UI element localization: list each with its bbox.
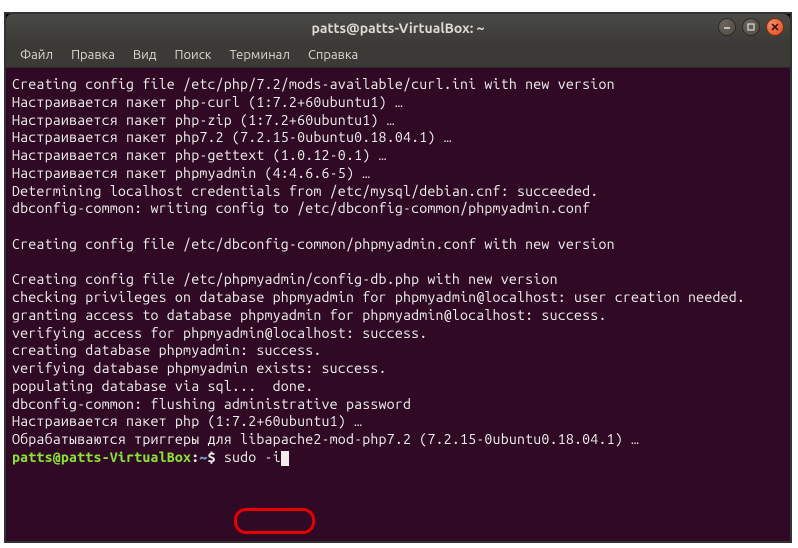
terminal-line: Обрабатываются триггеры для libapache2-m… [12, 431, 639, 447]
titlebar: patts@patts-VirtualBox: ~ [6, 14, 790, 42]
terminal-line: checking privileges on database phpmyadm… [12, 289, 745, 305]
menu-file[interactable]: Файл [12, 46, 61, 64]
menu-terminal[interactable]: Терминал [221, 46, 297, 64]
terminal-line: verifying database phpmyadmin exists: su… [12, 360, 387, 376]
terminal-line: Настраивается пакет php-zip (1:7.2+60ubu… [12, 112, 395, 128]
maximize-button[interactable] [742, 18, 760, 36]
cursor-icon [281, 451, 289, 466]
prompt-command: sudo -i [224, 449, 281, 465]
terminal-line: dbconfig-common: flushing administrative… [12, 396, 411, 412]
window-frame: patts@patts-VirtualBox: ~ Файл Правка Ви… [4, 12, 792, 543]
window-title: patts@patts-VirtualBox: ~ [312, 20, 485, 36]
prompt-path: ~ [199, 449, 207, 465]
terminal-line: creating database phpmyadmin: success. [12, 342, 322, 358]
terminal-line: Creating config file /etc/php/7.2/mods-a… [12, 76, 615, 92]
terminal-line: Настраивается пакет php-gettext (1.0.12-… [12, 147, 387, 163]
prompt-dollar: $ [208, 449, 216, 465]
minimize-button[interactable] [718, 18, 736, 36]
terminal-area[interactable]: Creating config file /etc/php/7.2/mods-a… [6, 68, 790, 541]
terminal-line: granting access to database phpmyadmin f… [12, 307, 607, 323]
prompt-user-host: patts@patts-VirtualBox [12, 449, 191, 465]
terminal-line: Настраивается пакет phpmyadmin (4:4.6.6-… [12, 165, 370, 181]
terminal-line: Настраивается пакет php7.2 (7.2.15-0ubun… [12, 129, 452, 145]
terminal-line: Creating config file /etc/dbconfig-commo… [12, 236, 615, 252]
menu-help[interactable]: Справка [300, 46, 366, 64]
terminal-line: populating database via sql... done. [12, 378, 313, 394]
menu-view[interactable]: Вид [125, 46, 165, 64]
terminal-line: Настраивается пакет php-curl (1:7.2+60ub… [12, 94, 403, 110]
menubar: Файл Правка Вид Поиск Терминал Справка [6, 42, 790, 68]
terminal-line: dbconfig-common: writing config to /etc/… [12, 200, 590, 216]
menu-edit[interactable]: Правка [63, 46, 123, 64]
menu-search[interactable]: Поиск [166, 46, 219, 64]
window-controls [718, 18, 784, 36]
terminal-line: Determining localhost credentials from /… [12, 183, 598, 199]
terminal-line: Creating config file /etc/phpmyadmin/con… [12, 271, 558, 287]
terminal-line: Настраивается пакет php (1:7.2+60ubuntu1… [12, 413, 362, 429]
close-button[interactable] [766, 18, 784, 36]
terminal-line: verifying access for phpmyadmin@localhos… [12, 325, 427, 341]
